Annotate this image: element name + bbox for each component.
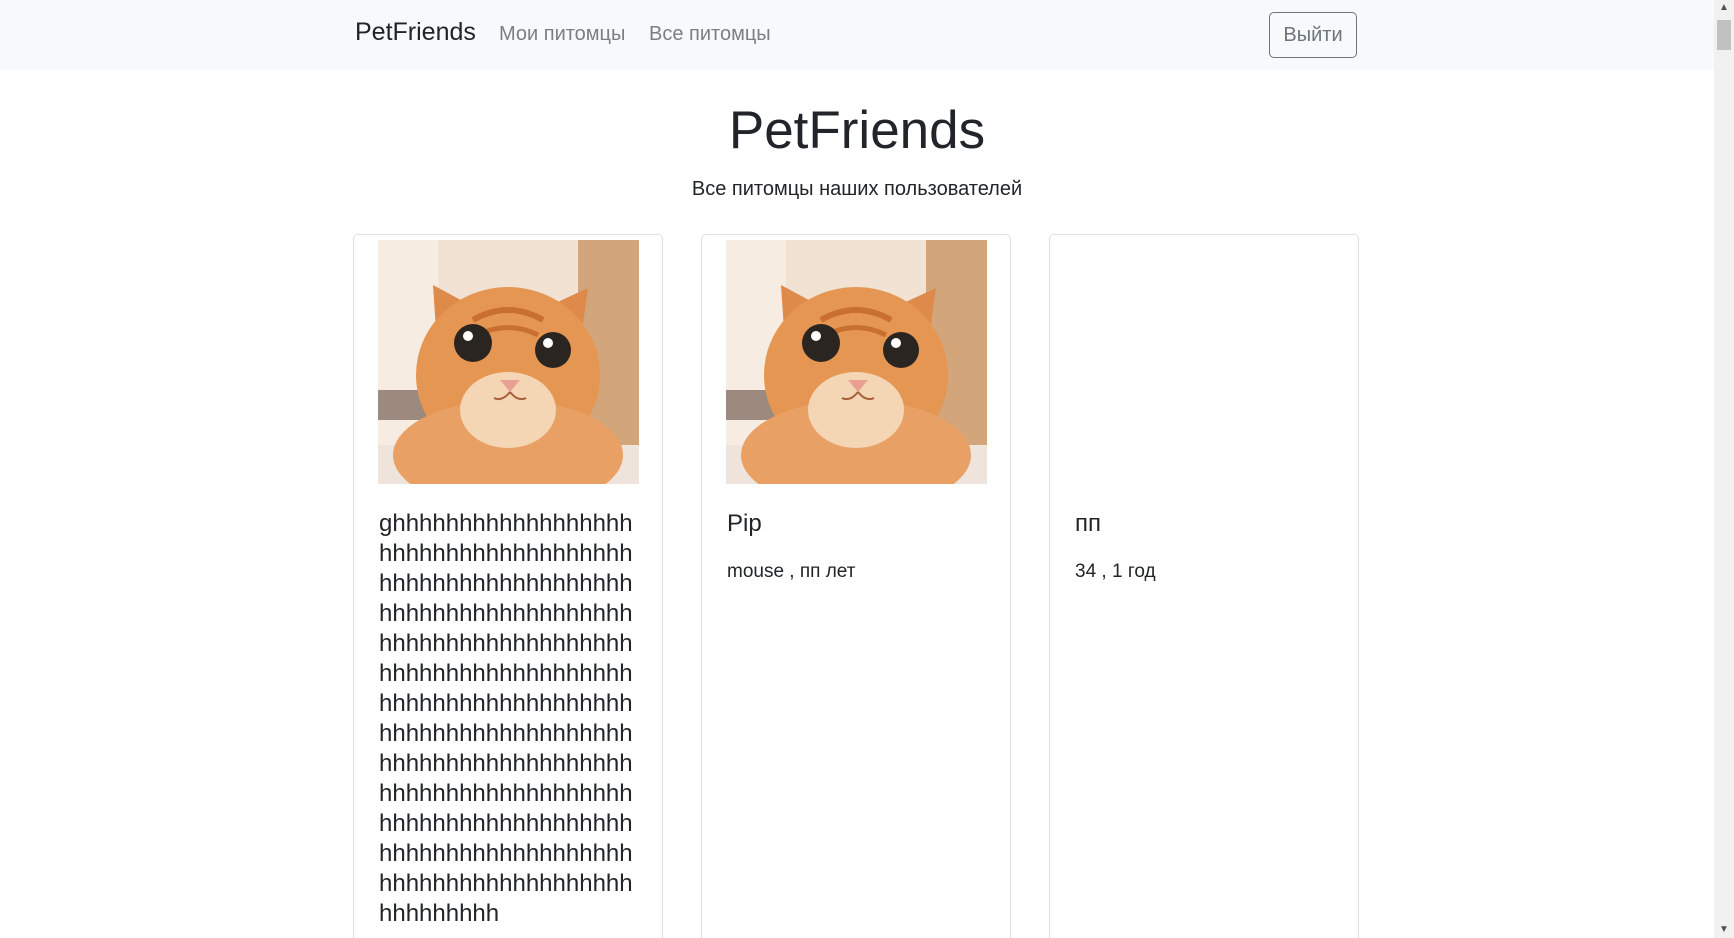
nav-link-all-pets[interactable]: Все питомцы (649, 23, 771, 46)
page: PetFriends Мои питомцы Все питомцы Выйти… (0, 0, 1734, 938)
pet-photo (378, 240, 639, 484)
page-title: PetFriends (728, 101, 986, 160)
pet-name: ghhhhhhhhhhhhhhhhhhhhhhhhhhhhhhhhhhhhhhh… (379, 510, 633, 927)
navbar: PetFriends Мои питомцы Все питомцы Выйти (0, 0, 1714, 70)
scroll-down-arrow-icon[interactable]: ▼ (1714, 922, 1734, 938)
cat-photo-image (726, 240, 987, 484)
page-subtitle: Все питомцы наших пользователей (691, 178, 1023, 200)
nav-link-my-pets[interactable]: Мои питомцы (499, 23, 625, 46)
pet-card[interactable]: ghhhhhhhhhhhhhhhhhhhhhhhhhhhhhhhhhhhhhhh… (353, 234, 663, 938)
pet-details: mouse , пп лет (727, 561, 856, 582)
pet-card[interactable]: Pip mouse , пп лет (701, 234, 1011, 938)
pet-card[interactable]: пп 34 , 1 год (1049, 234, 1359, 938)
scroll-up-arrow-icon[interactable]: ▲ (1714, 0, 1734, 16)
pet-photo-empty (1074, 240, 1335, 484)
pet-details: 34 , 1 год (1075, 561, 1156, 582)
logout-button[interactable]: Выйти (1269, 12, 1357, 58)
vertical-scrollbar[interactable]: ▲ ▼ (1714, 0, 1734, 938)
brand-link[interactable]: PetFriends (355, 18, 476, 47)
pet-photo (726, 240, 987, 484)
scroll-thumb[interactable] (1717, 20, 1731, 50)
pet-name: Pip (727, 510, 762, 537)
cat-photo-image (378, 240, 639, 484)
pet-name: пп (1075, 510, 1101, 537)
